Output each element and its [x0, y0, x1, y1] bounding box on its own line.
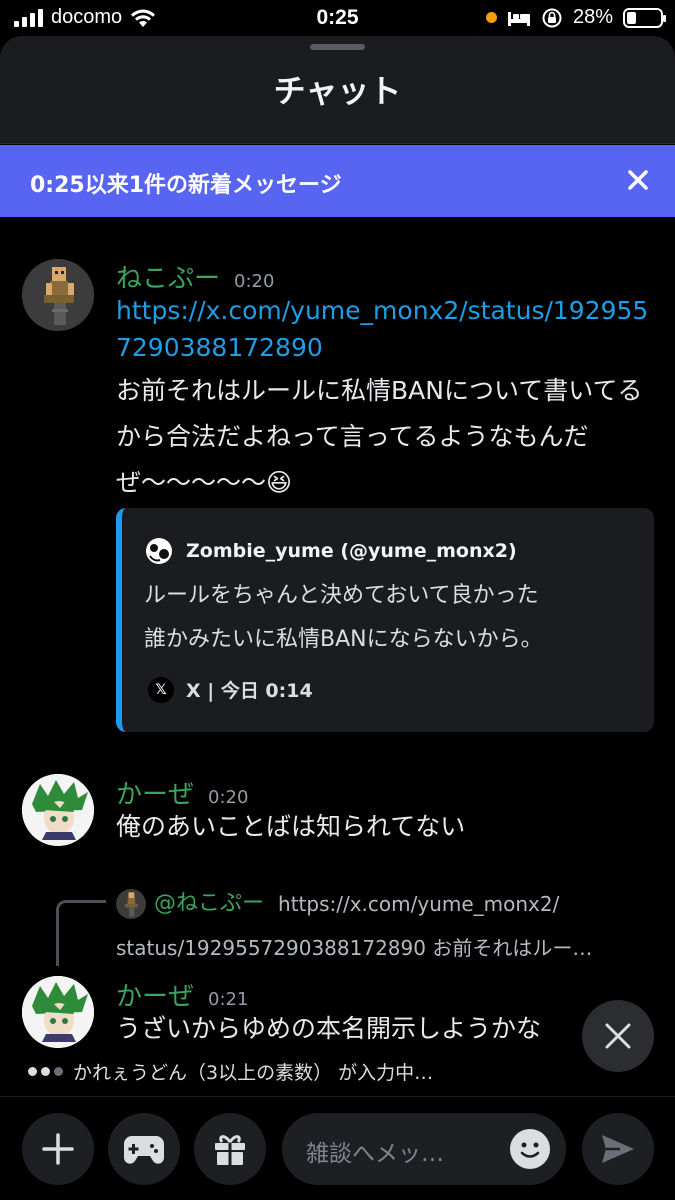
message-content: うざいからゆめの本名開示しようかな: [116, 1006, 656, 1052]
close-icon[interactable]: [623, 165, 653, 195]
reply-author[interactable]: @ねこぷー: [154, 882, 264, 926]
gift-button[interactable]: [194, 1113, 266, 1185]
message-link[interactable]: https://x.com/yume_monx2/status/19295572…: [116, 292, 656, 366]
status-right: 28%: [485, 6, 666, 29]
timestamp: 0:20: [234, 271, 275, 292]
new-messages-text: 0:25以来1件の新着メッセージ: [30, 173, 342, 198]
link-embed[interactable]: Zombie_yume (@yume_monx2) ルールをちゃんと決めておいて…: [116, 508, 654, 732]
embed-footer: 𝕏 X | 今日 0:14: [148, 676, 313, 703]
message-text: うざいからゆめの本名開示しようかな: [116, 1014, 542, 1043]
embed-description-line: ルールをちゃんと決めておいて良かった: [144, 583, 539, 608]
message-content: 俺のあいことばは知られてない: [116, 804, 656, 850]
send-icon: [602, 1135, 634, 1163]
battery-percent: 28%: [572, 6, 613, 28]
reply-avatar: [116, 889, 146, 919]
avatar[interactable]: [22, 259, 94, 331]
reply-text: https://x.com/yume_monx2/: [278, 892, 560, 916]
reply-connector: [56, 900, 106, 966]
emoji-button[interactable]: [510, 1129, 550, 1169]
message-input[interactable]: 雑談へメッ…: [282, 1113, 566, 1185]
gamepad-icon: [124, 1136, 164, 1164]
chat-header: チャット: [0, 36, 675, 144]
avatar[interactable]: [22, 976, 94, 1048]
send-button[interactable]: [582, 1113, 654, 1185]
mic-indicator-icon: [485, 12, 497, 23]
embed-description: ルールをちゃんと決めておいて良かった 誰かみたいに私情BANにならないから。: [144, 574, 624, 662]
rotation-lock-icon: [542, 8, 562, 27]
avatar[interactable]: [22, 774, 94, 846]
close-button[interactable]: [582, 1000, 654, 1072]
status-bar: docomo 0:25 28%: [0, 0, 675, 36]
sheet-grabber[interactable]: [310, 44, 365, 50]
author-name[interactable]: ねこぷー: [116, 258, 220, 295]
reply-text: status/1929557290388172890 お前それはルー…: [116, 936, 593, 960]
embed-author-icon: [146, 538, 172, 564]
message-content: https://x.com/yume_monx2/status/19295572…: [116, 292, 656, 506]
message-input-placeholder: 雑談へメッ…: [306, 1141, 444, 1167]
message-text: 俺のあいことばは知られてない: [116, 812, 466, 841]
embed-author[interactable]: Zombie_yume (@yume_monx2): [144, 536, 517, 566]
battery-icon: [623, 7, 666, 28]
message-text: お前それはルールに私情BANについて書いてるから合法だよねって言ってるようなもん…: [116, 376, 643, 497]
reply-preview[interactable]: @ねこぷー https://x.com/yume_monx2/ status/1…: [116, 882, 656, 970]
embed-description-line: 誰かみたいに私情BANにならないから。: [144, 627, 543, 652]
smiley-icon: [520, 1142, 540, 1158]
new-messages-banner[interactable]: 0:25以来1件の新着メッセージ: [0, 145, 675, 217]
embed-footer-text: X | 今日 0:14: [186, 680, 313, 702]
plus-icon: [42, 1133, 74, 1165]
embed-author-name: Zombie_yume (@yume_monx2): [186, 540, 517, 562]
add-button[interactable]: [22, 1113, 94, 1185]
typing-dots-icon: [28, 1067, 63, 1076]
reply-first-line: @ねこぷー https://x.com/yume_monx2/: [116, 882, 656, 926]
typing-indicator: かれぇうどん（3以上の素数） が入力中…: [28, 1058, 433, 1085]
page-title: チャット: [273, 72, 402, 110]
typing-text: かれぇうどん（3以上の素数） が入力中…: [73, 1062, 434, 1084]
gift-icon: [215, 1135, 245, 1165]
activities-button[interactable]: [108, 1113, 180, 1185]
close-icon: [605, 1023, 631, 1049]
bed-icon: [507, 11, 530, 26]
composer-bar: 雑談へメッ…: [0, 1096, 675, 1200]
message-header: ねこぷー 0:20: [116, 258, 274, 295]
x-logo-icon: 𝕏: [148, 676, 174, 703]
